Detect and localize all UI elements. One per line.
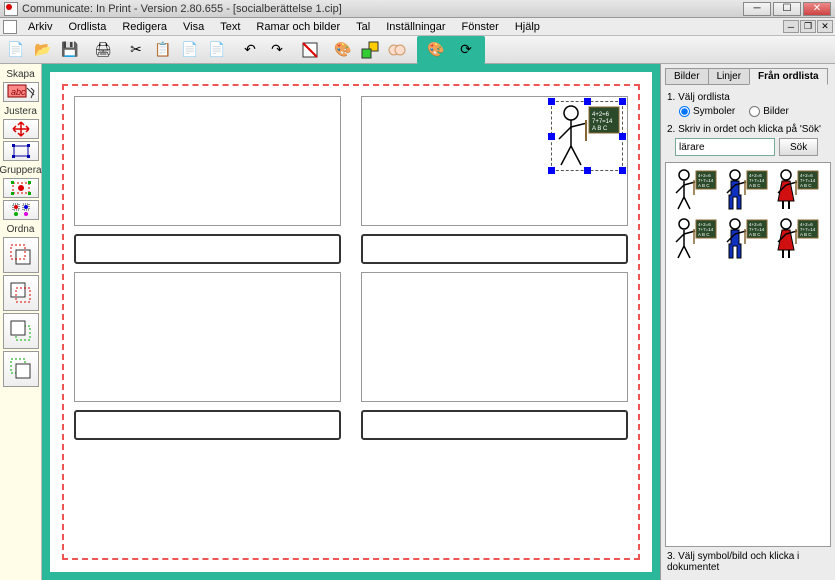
group-button[interactable] [3,178,39,198]
palette2-button[interactable]: 🎨 [423,38,449,62]
cut-button[interactable]: ✂ [123,38,149,62]
textbox-4[interactable] [361,410,628,440]
search-input[interactable] [675,138,775,156]
mdi-close-button[interactable]: ✕ [817,20,833,33]
app-icon [4,2,18,16]
svg-text:A B C: A B C [800,232,812,237]
justera-handles-button[interactable] [3,141,39,161]
palette-button[interactable]: 🎨 [330,38,356,62]
tab-fran-ordlista[interactable]: Från ordlista [749,68,828,85]
step3-label: 3. Välj symbol/bild och klicka i dokumen… [667,551,829,573]
menu-arkiv[interactable]: Arkiv [20,19,60,35]
menu-hjalp[interactable]: Hjälp [507,19,548,35]
menu-ramar[interactable]: Ramar och bilder [248,19,348,35]
menubar: Arkiv Ordlista Redigera Visa Text Ramar … [0,18,835,36]
tab-bilder[interactable]: Bilder [665,68,709,85]
textbox-1[interactable] [74,234,341,264]
new-button[interactable]: 📄 [3,38,29,62]
order-front-button[interactable] [3,237,39,273]
menu-installningar[interactable]: Inställningar [378,19,453,35]
symbol-result-1[interactable]: 4+2=6 7+7=14 A B C [721,167,769,213]
rotate-button[interactable]: ⟳ [453,38,479,62]
textbox-3[interactable] [74,410,341,440]
order-backward-button[interactable] [3,313,39,349]
page[interactable]: 4+2=6 7+7=14 A B C [50,72,652,572]
order-forward-button[interactable] [3,275,39,311]
titlebar: Communicate: In Print - Version 2.80.655… [0,0,835,18]
menu-visa[interactable]: Visa [175,19,212,35]
mdi-restore-button[interactable]: ❐ [800,20,816,33]
symbol-result-2[interactable]: 4+2=6 7+7=14 A B C [772,167,820,213]
menu-fonster[interactable]: Fönster [454,19,507,35]
frame-4[interactable] [361,272,628,402]
justera-move-button[interactable] [3,119,39,139]
maximize-button[interactable]: ☐ [773,2,801,16]
symbol-result-3[interactable]: 4+2=6 7+7=14 A B C [670,216,718,262]
section-ordna: Ordna [7,224,35,235]
menu-ordlista[interactable]: Ordlista [60,19,114,35]
svg-text:A B C: A B C [749,232,761,237]
toolbar: 📄 📂 💾 🖨 ✂ 📋 📄 📄 ↶ ↷ 🎨 🎨 ⟳ [0,36,835,64]
radio-symboler[interactable]: Symboler [679,106,735,117]
menu-text[interactable]: Text [212,19,248,35]
order-back-button[interactable] [3,351,39,387]
menu-tal[interactable]: Tal [348,19,378,35]
minimize-button[interactable]: ─ [743,2,771,16]
symbol-result-5[interactable]: 4+2=6 7+7=14 A B C [772,216,820,262]
frame-1[interactable] [74,96,341,226]
skin-button[interactable] [384,38,410,62]
section-skapa: Skapa [6,69,34,80]
paste-button[interactable]: 📄 [177,38,203,62]
radio-bilder[interactable]: Bilder [749,106,789,117]
left-panel: Skapa abc Justera Gruppera Ordna [0,64,42,580]
section-justera: Justera [4,106,37,117]
save-button[interactable]: 💾 [57,38,83,62]
create-text-button[interactable]: abc [3,82,39,102]
symbol-result-4[interactable]: 4+2=6 7+7=14 A B C [721,216,769,262]
canvas-area[interactable]: 4+2=6 7+7=14 A B C [42,64,660,580]
svg-text:A B C: A B C [749,183,761,188]
section-gruppera: Gruppera [0,165,42,176]
shapes-button[interactable] [357,38,383,62]
step2-label: 2. Skriv in ordet och klicka på 'Sök' [667,124,829,135]
tabs: Bilder Linjer Från ordlista [665,68,831,85]
right-panel: Bilder Linjer Från ordlista 1. Välj ordl… [660,64,835,580]
window-title: Communicate: In Print - Version 2.80.655… [22,3,743,15]
search-button[interactable]: Sök [779,138,818,156]
print-button[interactable]: 🖨 [90,38,116,62]
frame-2[interactable]: 4+2=6 7+7=14 A B C [361,96,628,226]
svg-text:abc: abc [11,87,26,97]
paste-special-button[interactable]: 📄 [204,38,230,62]
mdi-icon [3,20,17,34]
symbol-results: 4+2=6 7+7=14 A B C 4+2=6 7+7=14 A B C 4+… [665,162,831,547]
symbol-result-0[interactable]: 4+2=6 7+7=14 A B C [670,167,718,213]
redo-button[interactable]: ↷ [264,38,290,62]
svg-text:A B C: A B C [800,183,812,188]
menu-redigera[interactable]: Redigera [114,19,175,35]
calc-off-button[interactable] [297,38,323,62]
svg-text:A B C: A B C [698,183,710,188]
accent-tools: 🎨 ⟳ [417,36,485,64]
copy-button[interactable]: 📋 [150,38,176,62]
step1-label: 1. Välj ordlista [667,92,829,103]
ungroup-button[interactable] [3,200,39,220]
tab-linjer[interactable]: Linjer [708,68,750,85]
selected-symbol[interactable]: 4+2=6 7+7=14 A B C [551,101,623,171]
mdi-minimize-button[interactable]: ─ [783,20,799,33]
page-frame: 4+2=6 7+7=14 A B C [62,84,640,560]
textbox-2[interactable] [361,234,628,264]
undo-button[interactable]: ↶ [237,38,263,62]
open-button[interactable]: 📂 [30,38,56,62]
svg-text:A B C: A B C [698,232,710,237]
frame-3[interactable] [74,272,341,402]
close-button[interactable]: ✕ [803,2,831,16]
